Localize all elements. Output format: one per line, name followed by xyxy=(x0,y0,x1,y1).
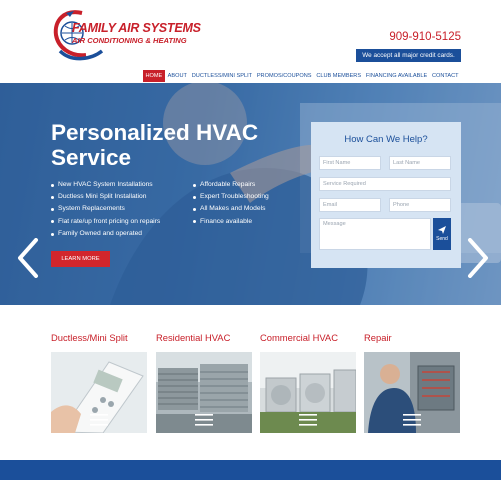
company-logo[interactable]: FAMILY AIR SYSTEMS AIR CONDITIONING & HE… xyxy=(52,7,201,63)
service-title[interactable]: Ductless/Mini Split xyxy=(51,332,147,343)
feature-item: Ductless Mini Split Installation xyxy=(51,191,160,203)
chevron-left-icon xyxy=(18,238,38,278)
feature-item: Affordable Repairs xyxy=(193,179,269,191)
feature-list-left: New HVAC System Installations Ductless M… xyxy=(51,179,160,240)
send-label: Send xyxy=(436,236,448,242)
feature-list-right: Affordable Repairs Expert Troubleshootin… xyxy=(193,179,269,228)
nav-home[interactable]: HOME xyxy=(142,70,166,82)
phone-number[interactable]: 909-910-5125 xyxy=(389,31,461,43)
service-title[interactable]: Repair xyxy=(364,332,460,343)
nav-promos[interactable]: PROMOS/COUPONS xyxy=(254,70,313,82)
service-image[interactable] xyxy=(260,352,356,433)
feature-item: System Replacements xyxy=(51,203,160,215)
service-card-residential[interactable]: Residential HVAC xyxy=(156,332,252,433)
logo-tagline: AIR CONDITIONING & HEATING xyxy=(72,36,187,45)
nav-contact[interactable]: CONTACT xyxy=(430,70,461,82)
service-image[interactable] xyxy=(364,352,460,433)
menu-lines-icon xyxy=(90,414,108,426)
chevron-right-icon xyxy=(468,238,488,278)
nav-ductless[interactable]: DUCTLESS/MINI SPLIT xyxy=(189,70,254,82)
logo-name: FAMILY AIR SYSTEMS xyxy=(72,21,201,35)
service-image[interactable] xyxy=(156,352,252,433)
feature-item: All Makes and Models xyxy=(193,203,269,215)
menu-lines-icon xyxy=(403,414,421,426)
credit-card-badge: We accept all major credit cards. xyxy=(356,49,461,62)
nav-about[interactable]: ABOUT xyxy=(165,70,189,82)
service-required-field[interactable]: Service Required xyxy=(319,177,451,191)
paper-plane-icon xyxy=(438,226,446,234)
footer-band xyxy=(0,460,501,480)
nav-financing[interactable]: FINANCING AVAILABLE xyxy=(363,70,429,82)
phone-field[interactable]: Phone xyxy=(389,198,451,212)
feature-item: Flat rate/up front pricing on repairs xyxy=(51,216,160,228)
message-field[interactable]: Message xyxy=(319,218,431,250)
main-nav: HOME ABOUT DUCTLESS/MINI SPLIT PROMOS/CO… xyxy=(142,70,462,82)
learn-more-button[interactable]: LEARN MORE xyxy=(51,251,110,267)
feature-item: Finance available xyxy=(193,216,269,228)
service-title[interactable]: Residential HVAC xyxy=(156,332,252,343)
menu-lines-icon xyxy=(299,414,317,426)
logo-swoosh-icon xyxy=(53,10,104,61)
menu-lines-icon xyxy=(195,414,213,426)
carousel-prev-button[interactable] xyxy=(16,238,40,278)
carousel-next-button[interactable] xyxy=(466,238,490,278)
service-card-commercial[interactable]: Commercial HVAC xyxy=(260,332,356,433)
send-button[interactable]: Send xyxy=(433,218,451,250)
service-image[interactable] xyxy=(51,352,147,433)
feature-item: Family Owned and operated xyxy=(51,228,160,240)
form-title: How Can We Help? xyxy=(344,134,428,145)
first-name-field[interactable]: First Name xyxy=(319,156,381,170)
feature-item: New HVAC System Installations xyxy=(51,179,160,191)
feature-item: Expert Troubleshooting xyxy=(193,191,269,203)
last-name-field[interactable]: Last Name xyxy=(389,156,451,170)
page: FAMILY AIR SYSTEMS AIR CONDITIONING & HE… xyxy=(0,0,501,480)
hero-title: Personalized HVAC Service xyxy=(51,120,259,170)
service-card-repair[interactable]: Repair xyxy=(364,332,460,433)
contact-form: How Can We Help? First Name Last Name Se… xyxy=(311,122,461,268)
email-field[interactable]: Email xyxy=(319,198,381,212)
service-title[interactable]: Commercial HVAC xyxy=(260,332,356,343)
nav-club-members[interactable]: CLUB MEMBERS xyxy=(314,70,364,82)
service-card-ductless[interactable]: Ductless/Mini Split xyxy=(51,332,147,433)
